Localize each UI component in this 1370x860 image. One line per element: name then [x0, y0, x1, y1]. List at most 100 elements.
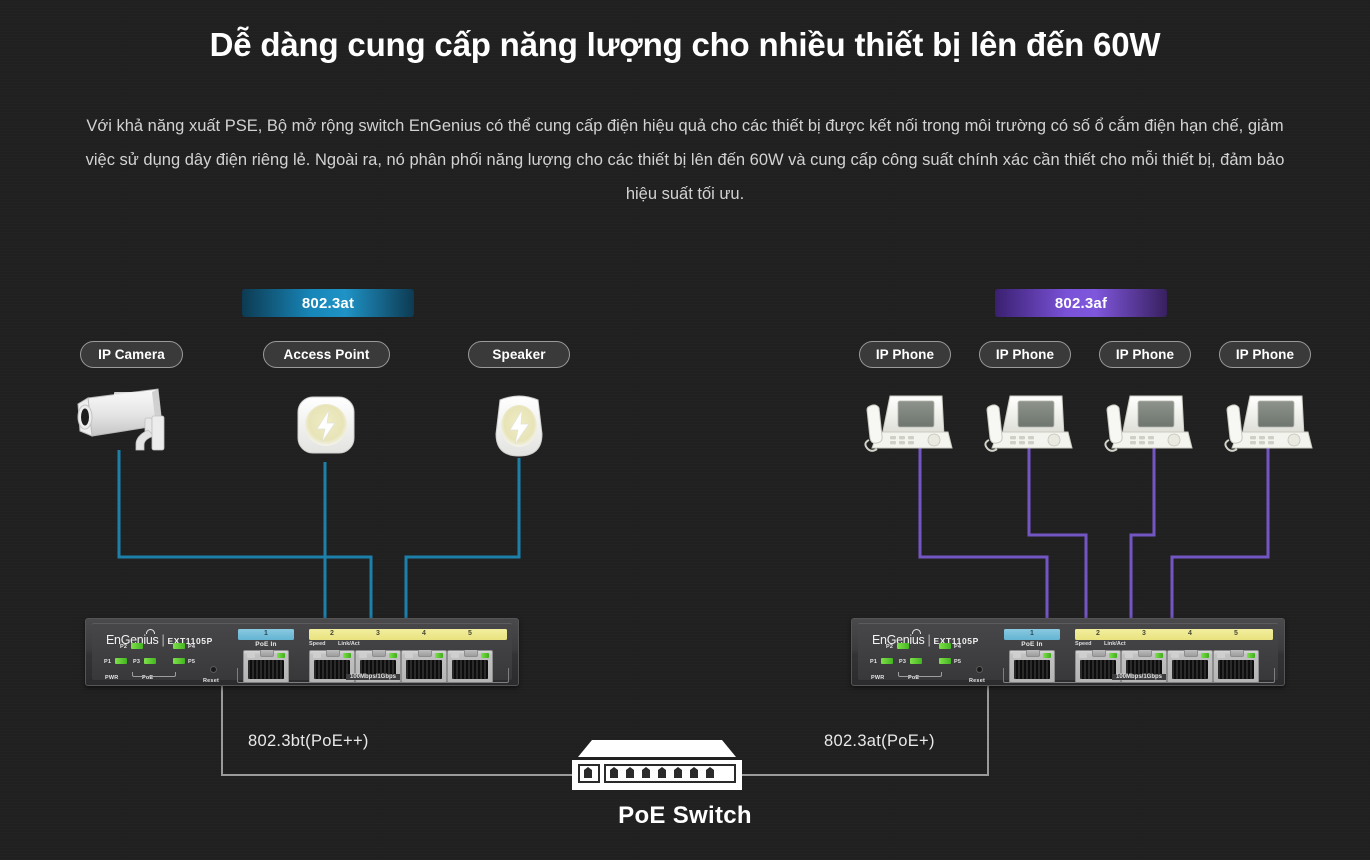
brand-separator: | — [161, 633, 165, 647]
poe-diagram-page: Dễ dàng cung cấp năng lượng cho nhiều th… — [0, 0, 1370, 860]
port-number-3: 3 — [1142, 630, 1146, 637]
rj45-led-left — [313, 653, 321, 658]
wifi-arc-icon — [146, 629, 155, 634]
rj45-led-left — [1079, 653, 1087, 658]
led-indicator-p5 — [173, 658, 185, 664]
speed-range-label: 100Mbps/1Gbps — [1111, 674, 1167, 680]
led-indicator-p1 — [115, 658, 127, 664]
rj45-led-right — [435, 653, 443, 658]
rj45-led-left — [1125, 653, 1133, 658]
reset-label: Reset — [969, 678, 985, 684]
rj45-led-left — [1013, 653, 1021, 658]
ip-phone-icon-1 — [864, 395, 953, 452]
poe-group-bracket — [132, 672, 176, 677]
poe-in-bar: 1 — [1004, 629, 1060, 640]
rj45-clip — [260, 650, 274, 657]
rj45-clip — [418, 650, 432, 657]
access-point-icon — [297, 396, 355, 454]
led-label-p5: P5 — [188, 659, 196, 665]
led-label-p4: P4 — [188, 644, 196, 650]
brand-separator: | — [927, 633, 931, 647]
reset-button[interactable] — [976, 666, 983, 673]
speed-range-bracket: 100Mbps/1Gbps — [237, 668, 509, 683]
switch-device-right[interactable]: EnGenius | EXT1105P P1 P3 P5 P2 P4 PWR PoE… — [851, 618, 1285, 686]
link-act-legend-label: Link/Act — [338, 641, 360, 647]
rj45-clip — [1230, 650, 1244, 657]
uplink-label-right: 802.3at(PoE+) — [824, 732, 935, 750]
led-indicator-p4 — [939, 643, 951, 649]
reset-label: Reset — [203, 678, 219, 684]
rj45-clip — [1092, 650, 1106, 657]
poe-in-label: PoE In — [255, 641, 277, 648]
poe-in-port-number: 1 — [1030, 630, 1034, 637]
switch-faceplate: EnGenius | EXT1105P P1 P3 P5 P2 P4 PWR PoE… — [92, 623, 512, 684]
rj45-led-right — [1201, 653, 1209, 658]
rj45-led-right — [1109, 653, 1117, 658]
uplink-line-left — [221, 686, 572, 776]
led-label-p3: P3 — [133, 659, 141, 665]
cable-group-left — [117, 450, 521, 624]
switch-faceplate: EnGenius | EXT1105P P1 P3 P5 P2 P4 PWR PoE… — [858, 623, 1278, 684]
cable-ip-phone-2 — [1027, 448, 1088, 624]
poe-in-port-number: 1 — [264, 630, 268, 637]
led-label-p4: P4 — [954, 644, 962, 650]
poe-in-bar: 1 — [238, 629, 294, 640]
rj45-clip — [1026, 650, 1040, 657]
led-indicator-p2 — [897, 643, 909, 649]
led-indicator-p2 — [131, 643, 143, 649]
uplink-label-left: 802.3bt(PoE++) — [248, 732, 369, 750]
cable-ip-phone-4 — [1170, 448, 1270, 624]
poe-switch-caption: PoE Switch — [618, 802, 752, 829]
led-label-p5: P5 — [954, 659, 962, 665]
rj45-clip — [326, 650, 340, 657]
led-label-p3: P3 — [899, 659, 907, 665]
port-number-4: 4 — [1188, 630, 1192, 637]
led-indicator-p4 — [173, 643, 185, 649]
speaker-icon — [495, 395, 543, 457]
speed-range-label: 100Mbps/1Gbps — [345, 674, 401, 680]
rj45-led-left — [405, 653, 413, 658]
rj45-led-left — [1171, 653, 1179, 658]
ip-camera-icon — [77, 388, 165, 451]
cable-ip-phone-3 — [1129, 448, 1156, 624]
poe-in-label: PoE In — [1021, 641, 1043, 648]
cable-group-right — [918, 448, 1270, 624]
ip-phone-icon-2 — [984, 395, 1073, 452]
reset-button[interactable] — [210, 666, 217, 673]
lan-ports-bar: 2 3 4 5 — [309, 629, 507, 640]
rj45-led-right — [277, 653, 285, 658]
led-label-p1: P1 — [104, 659, 112, 665]
rj45-clip — [1184, 650, 1198, 657]
wifi-arc-icon — [912, 629, 921, 634]
port-number-2: 2 — [330, 630, 334, 637]
cable-diagram — [77, 388, 1313, 790]
poe-group-bracket — [898, 672, 942, 677]
port-number-3: 3 — [376, 630, 380, 637]
port-number-5: 5 — [468, 630, 472, 637]
rj45-led-right — [1155, 653, 1163, 658]
led-indicator-p3 — [910, 658, 922, 664]
led-label-p2: P2 — [886, 644, 894, 650]
uplink-line-right — [742, 686, 989, 776]
led-indicator-p5 — [939, 658, 951, 664]
rj45-led-left — [451, 653, 459, 658]
rj45-led-right — [343, 653, 351, 658]
cable-access-point — [323, 462, 373, 624]
port-number-5: 5 — [1234, 630, 1238, 637]
port-number-2: 2 — [1096, 630, 1100, 637]
rj45-led-left — [359, 653, 367, 658]
led-label-p2: P2 — [120, 644, 128, 650]
lan-ports-bar: 2 3 4 5 — [1075, 629, 1273, 640]
port-number-4: 4 — [422, 630, 426, 637]
rj45-clip — [372, 650, 386, 657]
rj45-clip — [464, 650, 478, 657]
speed-legend-label: Speed — [309, 641, 326, 647]
led-label-p1: P1 — [870, 659, 878, 665]
switch-device-left[interactable]: EnGenius | EXT1105P P1 P3 P5 P2 P4 PWR PoE… — [85, 618, 519, 686]
led-indicator-p3 — [144, 658, 156, 664]
poe-switch-icon — [572, 740, 742, 790]
rj45-led-left — [1217, 653, 1225, 658]
cable-ip-camera — [117, 450, 327, 624]
rj45-led-right — [389, 653, 397, 658]
power-label: PWR — [105, 675, 119, 681]
